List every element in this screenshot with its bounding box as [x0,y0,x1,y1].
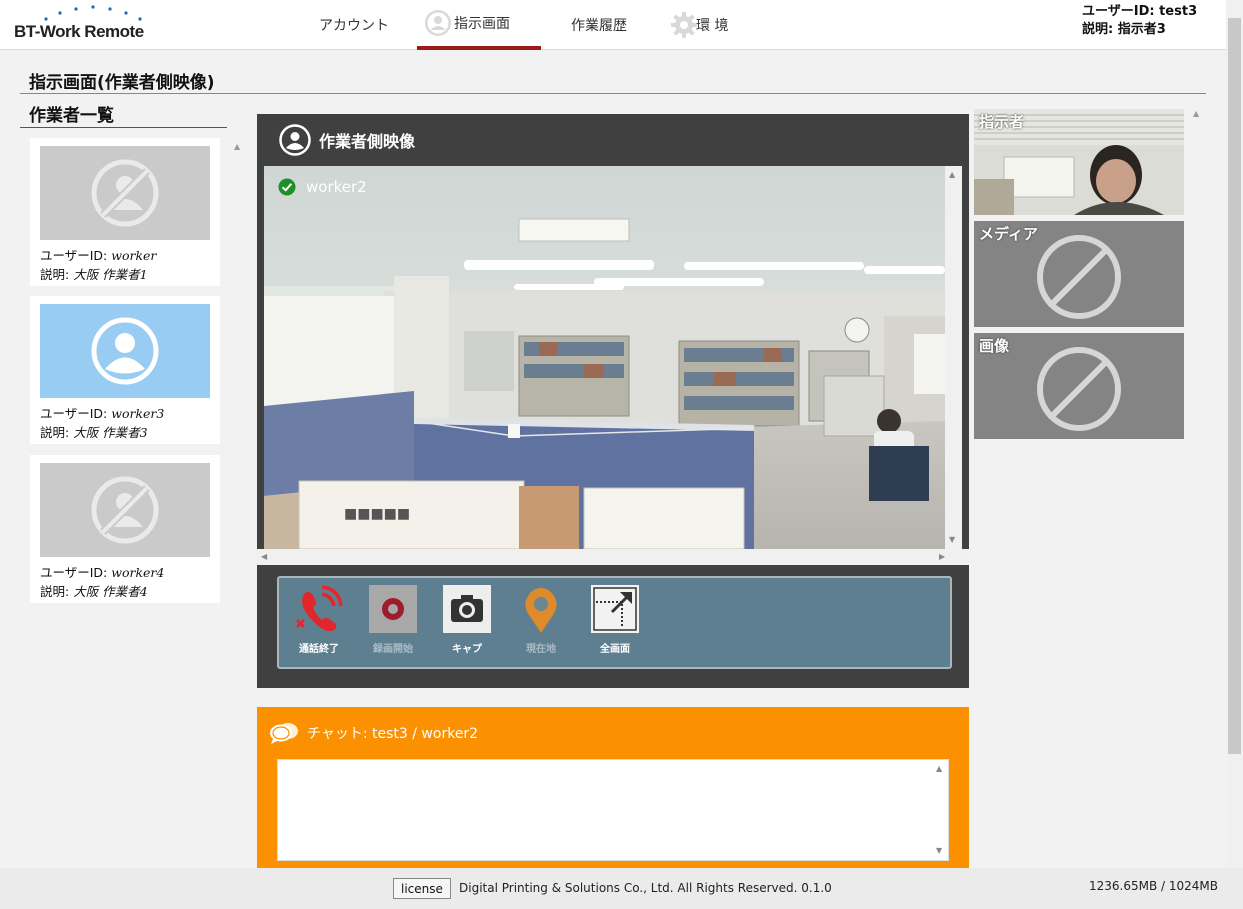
video-worker-label: worker2 [278,178,367,196]
unavailable-user-icon [91,476,159,544]
worker-id: worker [111,248,157,263]
worker-card[interactable]: ユーザーID: worker4 説明: 大阪 作業者4 [30,455,220,603]
nav-label: 環 境 [696,18,729,34]
right-panels-scroll-up[interactable]: ▲ [1193,109,1199,118]
nav-label: 作業履歴 [571,18,627,34]
call-toolbar: 通話終了 録画開始 キャプ 現在地 全画面 [277,576,952,669]
worker-description: 大阪 作業者4 [73,584,148,599]
gear-icon [671,12,697,38]
worker-list-divider [20,127,227,128]
nav-settings[interactable]: 環 境 [670,0,740,50]
footer: license Digital Printing & Solutions Co.… [0,868,1243,909]
tool-label: キャプ [452,644,482,655]
app-logo[interactable]: BT-Work Remote [14,4,149,44]
worker-description: 大阪 作業者1 [73,267,148,282]
no-image-icon [1037,347,1121,431]
tool-label: 現在地 [526,644,556,655]
camera-icon [443,585,491,633]
nav-label: 指示画面 [454,16,510,32]
fullscreen-button[interactable]: 全画面 [587,584,643,655]
page-title: 指示画面(作業者側映像) [29,73,215,93]
nav-instruction[interactable]: 指示画面 [417,0,541,50]
title-divider [20,93,1206,94]
tool-label: 録画開始 [373,644,413,655]
worker-info: ユーザーID: worker4 説明: 大阪 作業者4 [40,563,164,601]
page-scrollbar-thumb[interactable] [1228,18,1241,754]
nav-label: アカウント [319,18,389,34]
worker-thumbnail [40,304,210,398]
office-camera-image: ■■■■■ [264,166,945,549]
tool-label: 全画面 [600,644,630,655]
worker-id: worker4 [111,565,165,580]
video-worker-name: worker2 [306,178,367,196]
worker-list-title: 作業者一覧 [29,106,114,126]
connected-check-icon [278,178,296,196]
tool-label: 通話終了 [299,644,339,655]
memory-usage: 1236.65MB / 1024MB [1089,879,1219,893]
user-icon [425,10,451,36]
no-media-icon [1037,235,1121,319]
worker-desc-label: 説明: [40,584,74,599]
video-vertical-scrollbar[interactable]: ▲ ▼ [945,166,962,549]
user-info: ユーザーID: test3 説明: 指示者3 [1082,3,1197,39]
fullscreen-icon [591,585,639,633]
app-header: BT-Work Remote アカウント 指示画面 作業履歴 環 境 ユーザーI… [0,0,1226,50]
nav-account[interactable]: アカウント [319,0,399,50]
worker-id: worker3 [111,406,165,421]
logo-text: BT-Work Remote [14,22,144,41]
video-panel-header: 作業者側映像 [279,124,415,156]
worker-card[interactable]: ユーザーID: worker 説明: 大阪 作業者1 [30,138,220,286]
worker-list-scroll-up[interactable]: ▲ [234,142,240,151]
video-horizontal-scrollbar[interactable]: ◀ ▶ [257,549,969,565]
worker-thumbnail [40,463,210,557]
user-id: ユーザーID: test3 [1082,4,1198,19]
worker-id-label: ユーザーID: [40,565,112,580]
worker-thumbnail [40,146,210,240]
worker-info: ユーザーID: worker3 説明: 大阪 作業者3 [40,404,164,442]
user-icon [91,317,159,385]
svg-text:■■■■■: ■■■■■ [344,506,410,522]
end-call-button[interactable]: 通話終了 [291,584,347,655]
chat-message-area[interactable]: ▲ ▼ [277,759,949,861]
worker-desc-label: 説明: [40,267,74,282]
capture-button[interactable]: キャプ [439,584,495,655]
chat-header: チャット: test3 / worker2 [269,721,478,745]
logo-dots-icon [44,5,142,21]
copyright-text: Digital Printing & Solutions Co., Ltd. A… [459,881,832,895]
phone-end-icon [296,585,343,632]
record-icon [369,585,417,633]
worker-description: 大阪 作業者3 [73,425,148,440]
worker-list[interactable]: ユーザーID: worker 説明: 大阪 作業者1 ユーザーID: worke… [20,135,240,868]
user-icon [279,124,311,156]
worker-card-selected[interactable]: ユーザーID: worker3 説明: 大阪 作業者3 [30,296,220,444]
image-panel[interactable]: 画像 [974,333,1184,439]
unavailable-user-icon [91,159,159,227]
worker-info: ユーザーID: worker 説明: 大阪 作業者1 [40,246,156,284]
instructor-video-panel[interactable]: 指示者 [974,109,1184,215]
worker-desc-label: 説明: [40,425,74,440]
location-pin-icon [525,588,557,633]
chat-title: チャット: test3 / worker2 [307,726,479,742]
worker-id-label: ユーザーID: [40,248,112,263]
worker-id-label: ユーザーID: [40,406,112,421]
video-panel-title: 作業者側映像 [319,132,416,151]
chat-panel: チャット: test3 / worker2 ▲ ▼ [257,707,969,868]
media-label: メディア [979,225,1038,243]
instructor-label: 指示者 [979,113,1025,131]
current-location-button[interactable]: 現在地 [513,584,569,655]
start-recording-button[interactable]: 録画開始 [365,584,421,655]
nav-history[interactable]: 作業履歴 [571,0,641,50]
user-description: 説明: 指示者3 [1082,22,1166,37]
chat-bubble-icon [270,723,298,744]
worker-video-feed[interactable]: ■■■■■ worker2 [264,166,945,549]
worker-video-panel: 作業者側映像 ■■■■■ worker2 ▲ ▼ ◀ ▶ 通話終了 録画開始 キ… [257,114,969,688]
media-panel[interactable]: メディア [974,221,1184,327]
license-button[interactable]: license [393,878,451,899]
image-label: 画像 [979,337,1010,355]
